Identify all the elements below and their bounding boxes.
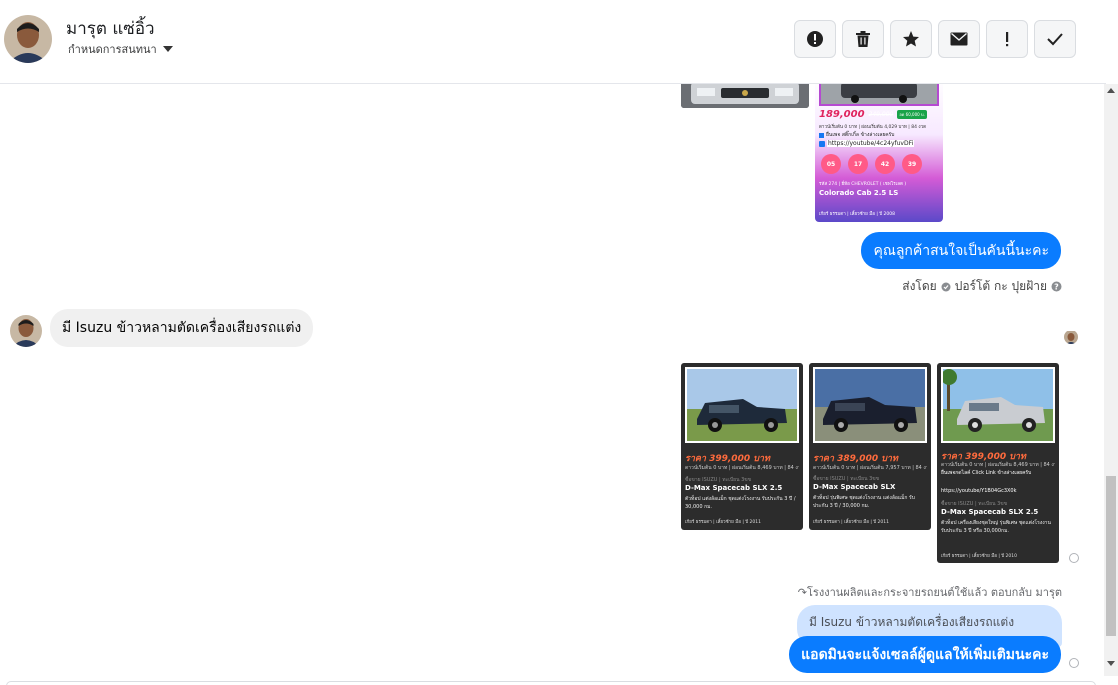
thread-scrollbar[interactable]	[1104, 84, 1118, 676]
quoted-message-text: มี Isuzu ข้าวหลามตัดเครื่องเสียงรถแต่ง	[809, 615, 1015, 629]
card-price: ราคา 389,000 บาท	[813, 454, 898, 464]
car-photo	[685, 367, 799, 443]
verified-icon	[941, 282, 951, 291]
top-card-contact-line: ยื่นเพจ สติ๊กเกิ้ล ข้างล่างเลยครับ	[826, 132, 895, 138]
card-model: D-Max Spacecab SLX 2.5	[941, 508, 1039, 516]
contact-avatar[interactable]	[4, 15, 52, 63]
reply-arrow-icon: ↷	[797, 586, 808, 599]
top-card-old-price: 249,000	[868, 111, 894, 118]
contact-name: มารุต แซ่อิ้ว	[66, 19, 155, 39]
exclamation-icon	[1006, 32, 1009, 47]
card-link-note: ยื่นเพจกดไลค์ Click Link ข้างล่างเลยครับ	[941, 470, 1032, 476]
top-card-spec: รหัส 274 | ยี่ห้อ CHEVROLET ( เชฟโรเลต )	[819, 182, 907, 187]
caret-down-icon	[162, 46, 173, 52]
mark-unread-button[interactable]	[938, 20, 980, 58]
follow-up-button[interactable]	[986, 20, 1028, 58]
sent-by-info: ส่งโดย ปอร์โต้ กะ ปุยฝ้าย ?	[902, 277, 1062, 296]
card-desc: ตัวท็อป รุ่นพิเศษ ชุดแต่งโรงงาน แต่งล้อแ…	[813, 495, 915, 509]
delivered-status-icon	[1069, 658, 1079, 668]
car-card-1[interactable]: ราคา 399,000 บาท ดาวน์เริ่มต้น 0 บาท | ผ…	[681, 363, 803, 530]
car-card-2[interactable]: ราคา 389,000 บาท ดาวน์เริ่มต้น 0 บาท | ผ…	[809, 363, 931, 530]
card-foot: เกียร์ ธรรมดา | เลี้ยวซ้าย มือ | ปี 2010	[941, 554, 1018, 559]
conversation-settings-label: กำหนดการสนทนา	[68, 43, 157, 56]
top-card-photo	[819, 84, 939, 106]
sent-by-name: ปอร์โต้ กะ ปุยฝ้าย	[954, 279, 1047, 293]
svg-text:?: ?	[1054, 282, 1059, 291]
card-foot: เกียร์ ธรรมดา | เลี้ยวซ้าย มือ | ปี 2011	[813, 520, 890, 525]
card-desc: ตัวท็อป แต่งล้อแม็ก ชุดแต่งโรงงาน รับประ…	[685, 496, 796, 510]
delete-button[interactable]	[842, 20, 884, 58]
trash-icon	[856, 31, 870, 47]
done-button[interactable]	[1034, 20, 1076, 58]
top-card-number: 17	[848, 154, 868, 174]
card-price: ราคา 399,000 บาท	[685, 454, 770, 464]
reply-note-text: โรงงานผลิตและกระจายรถยนต์ใช้แล้ว ตอบกลับ…	[807, 586, 1062, 599]
top-card-number: 05	[821, 154, 841, 174]
outgoing-message[interactable]: แอดมินจะแจ้งเซลล์ผู้ดูแลให้เพิ่มเติมนะคะ	[789, 636, 1061, 673]
top-card-numbers: 05 17 42 39	[821, 154, 922, 174]
header-toolbar	[794, 20, 1076, 58]
scrollbar-thumb[interactable]	[1106, 476, 1116, 636]
conversation-header: มารุต แซ่อิ้ว กำหนดการสนทนา	[0, 0, 1106, 84]
card-spec: ซื้อขาย ISUZU | ทะเบียน 3ขข	[813, 476, 880, 482]
sent-by-prefix: ส่งโดย	[902, 279, 937, 293]
card-finance: ดาวน์เริ่มต้น 0 บาท | ผ่อนเริ่มต้น 8,469…	[941, 462, 1055, 468]
card-finance: ดาวน์เริ่มต้น 0 บาท | ผ่อนเริ่มต้น 8,469…	[685, 465, 799, 471]
message-composer[interactable]	[6, 681, 1096, 685]
card-model: D-Max Spacecab SLX 2.5	[685, 484, 783, 492]
delivered-status-icon	[1069, 553, 1079, 563]
top-car-card[interactable]: 189,000 249,000 ลด 60,000 บ. ดาวน์เริ่มต…	[815, 84, 943, 222]
star-button[interactable]	[890, 20, 932, 58]
outgoing-message[interactable]: คุณลูกค้าสนใจเป็นคันนี้นะคะ	[861, 232, 1061, 269]
top-card-link-text: https://youtube/4c24yfuvDFi	[827, 140, 915, 147]
top-card-number: 42	[875, 154, 895, 174]
reply-note: ↷โรงงานผลิตและกระจายรถยนต์ใช้แล้ว ตอบกลั…	[798, 583, 1062, 601]
message-thread[interactable]: 189,000 249,000 ลด 60,000 บ. ดาวน์เริ่มต…	[0, 84, 1092, 676]
help-icon[interactable]: ?	[1051, 281, 1062, 292]
card-link[interactable]: https://youtube/Y1B04Gc3X0k	[941, 488, 1055, 494]
outgoing-message-text: แอดมินจะแจ้งเซลล์ผู้ดูแลให้เพิ่มเติมนะคะ	[801, 646, 1049, 663]
spam-button[interactable]	[794, 20, 836, 58]
car-card-3[interactable]: ราคา 399,000 บาท ดาวน์เริ่มต้น 0 บาท | ผ…	[937, 363, 1059, 563]
seen-avatar	[1064, 330, 1078, 344]
incoming-message-text: มี Isuzu ข้าวหลามตัดเครื่องเสียงรถแต่ง	[62, 320, 302, 336]
card-foot: เกียร์ ธรรมดา | เลี้ยวซ้าย มือ | ปี 2011	[685, 520, 762, 525]
card-finance: ดาวน์เริ่มต้น 0 บาท | ผ่อนเริ่มต้น 7,957…	[813, 465, 927, 471]
card-desc: ตัวท็อป เครื่องเสียงชุดใหญ่ รุ่นพิเศษ ชุ…	[941, 520, 1051, 534]
alert-circle-icon	[807, 31, 823, 47]
top-card-number: 39	[902, 154, 922, 174]
top-card-price: 189,000	[819, 109, 865, 120]
card-spec: ซื้อขาย ISUZU | ทะเบียน 3ขข	[685, 477, 752, 483]
check-icon	[1047, 33, 1063, 46]
top-card-model: Colorado Cab 2.5 LS	[819, 189, 899, 197]
contact-avatar-small[interactable]	[10, 315, 42, 347]
scroll-up-arrow-icon[interactable]	[1107, 88, 1115, 93]
message-image-partial[interactable]	[681, 84, 809, 108]
top-card-foot: เกียร์ ธรรมดา | เลี้ยวซ้าย มือ | ปี 2008	[819, 212, 896, 217]
incoming-message[interactable]: มี Isuzu ข้าวหลามตัดเครื่องเสียงรถแต่ง	[50, 309, 314, 347]
top-card-link[interactable]: https://youtube/4c24yfuvDFi	[819, 140, 915, 147]
messenger-inbox: มารุต แซ่อิ้ว กำหนดการสนทนา 189,000 249,…	[0, 0, 1118, 685]
outgoing-message-text: คุณลูกค้าสนใจเป็นคันนี้นะคะ	[873, 242, 1049, 259]
card-spec: ซื้อขาย ISUZU | ทะเบียน 3ขข	[941, 501, 1008, 507]
top-card-finance: ดาวน์เริ่มต้น 0 บาท | ผ่อนเริ่มต้น 4,029…	[819, 125, 927, 130]
star-icon	[903, 31, 919, 47]
scroll-down-arrow-icon[interactable]	[1107, 661, 1115, 666]
car-photo	[813, 367, 927, 443]
top-card-badge: ลด 60,000 บ.	[897, 110, 927, 119]
car-photo	[941, 367, 1055, 443]
envelope-icon	[950, 32, 968, 46]
conversation-settings-dropdown[interactable]: กำหนดการสนทนา	[68, 40, 173, 58]
card-model: D-Max Spacecab SLX	[813, 483, 896, 491]
